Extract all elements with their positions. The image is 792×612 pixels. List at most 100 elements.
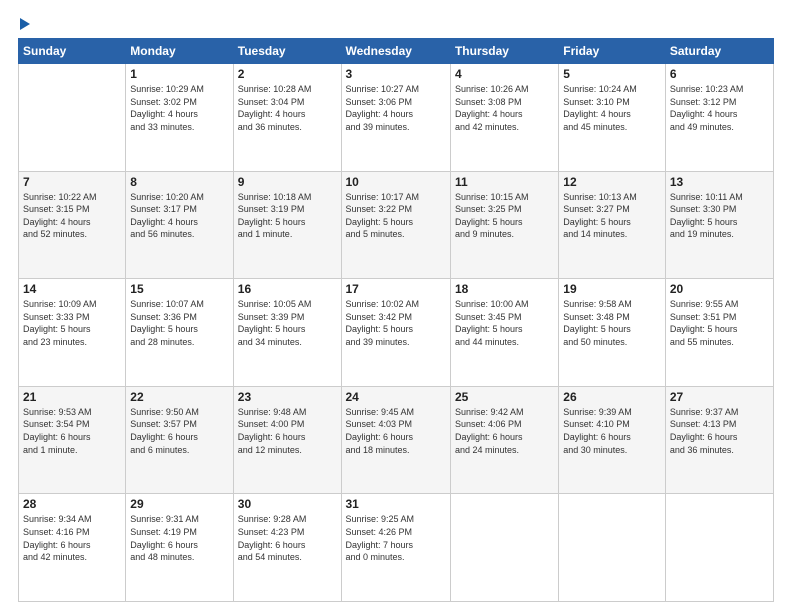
weekday-header-tuesday: Tuesday (233, 39, 341, 64)
calendar-cell: 30 Sunrise: 9:28 AMSunset: 4:23 PMDayligh… (233, 494, 341, 602)
week-row-1: 1 Sunrise: 10:29 AMSunset: 3:02 PMDayligh… (19, 64, 774, 172)
day-info: Sunrise: 10:24 AMSunset: 3:10 PMDaylight… (563, 83, 661, 133)
day-info: Sunrise: 9:45 AMSunset: 4:03 PMDaylight:… (346, 406, 446, 456)
day-info: Sunrise: 10:18 AMSunset: 3:19 PMDaylight… (238, 191, 337, 241)
page: SundayMondayTuesdayWednesdayThursdayFrid… (0, 0, 792, 612)
calendar-cell: 23 Sunrise: 9:48 AMSunset: 4:00 PMDayligh… (233, 386, 341, 494)
day-info: Sunrise: 10:29 AMSunset: 3:02 PMDaylight… (130, 83, 228, 133)
day-number: 7 (23, 175, 121, 189)
calendar-cell: 22Sunrise: 9:50 AMSunset: 3:57 PMDayligh… (126, 386, 233, 494)
calendar-cell: 12 Sunrise: 10:13 AMSunset: 3:27 PMDaylig… (559, 171, 666, 279)
calendar-cell: 17 Sunrise: 10:02 AMSunset: 3:42 PMDaylig… (341, 279, 450, 387)
day-info: Sunrise: 10:17 AMSunset: 3:22 PMDaylight… (346, 191, 446, 241)
day-number: 29 (130, 497, 228, 511)
day-number: 15 (130, 282, 228, 296)
calendar-cell: 16Sunrise: 10:05 AMSunset: 3:39 PMDaylig… (233, 279, 341, 387)
calendar-cell: 20 Sunrise: 9:55 AMSunset: 3:51 PMDayligh… (665, 279, 773, 387)
calendar-cell: 25 Sunrise: 9:42 AMSunset: 4:06 PMDayligh… (450, 386, 558, 494)
weekday-header-monday: Monday (126, 39, 233, 64)
day-info: Sunrise: 10:13 AMSunset: 3:27 PMDaylight… (563, 191, 661, 241)
day-number: 30 (238, 497, 337, 511)
day-info: Sunrise: 9:58 AMSunset: 3:48 PMDaylight:… (563, 298, 661, 348)
weekday-header-saturday: Saturday (665, 39, 773, 64)
day-info: Sunrise: 9:25 AMSunset: 4:26 PMDaylight:… (346, 513, 446, 563)
logo (18, 16, 30, 30)
day-number: 5 (563, 67, 661, 81)
calendar-cell: 31Sunrise: 9:25 AMSunset: 4:26 PMDayligh… (341, 494, 450, 602)
calendar-cell: 8Sunrise: 10:20 AMSunset: 3:17 PMDayligh… (126, 171, 233, 279)
weekday-header-friday: Friday (559, 39, 666, 64)
day-info: Sunrise: 10:26 AMSunset: 3:08 PMDaylight… (455, 83, 554, 133)
day-number: 13 (670, 175, 769, 189)
calendar-cell: 15 Sunrise: 10:07 AMSunset: 3:36 PMDaylig… (126, 279, 233, 387)
weekday-header-wednesday: Wednesday (341, 39, 450, 64)
day-info: Sunrise: 10:20 AMSunset: 3:17 PMDaylight… (130, 191, 228, 241)
calendar-cell: 4 Sunrise: 10:26 AMSunset: 3:08 PMDayligh… (450, 64, 558, 172)
day-info: Sunrise: 9:42 AMSunset: 4:06 PMDaylight:… (455, 406, 554, 456)
logo-arrow-icon (20, 18, 30, 30)
calendar-cell (665, 494, 773, 602)
calendar-cell: 18Sunrise: 10:00 AMSunset: 3:45 PMDaylig… (450, 279, 558, 387)
day-info: Sunrise: 10:28 AMSunset: 3:04 PMDaylight… (238, 83, 337, 133)
week-row-2: 7 Sunrise: 10:22 AMSunset: 3:15 PMDayligh… (19, 171, 774, 279)
day-number: 9 (238, 175, 337, 189)
day-number: 23 (238, 390, 337, 404)
day-info: Sunrise: 9:28 AMSunset: 4:23 PMDaylight:… (238, 513, 337, 563)
day-number: 19 (563, 282, 661, 296)
calendar-table: SundayMondayTuesdayWednesdayThursdayFrid… (18, 38, 774, 602)
calendar-cell (19, 64, 126, 172)
day-number: 28 (23, 497, 121, 511)
weekday-header-thursday: Thursday (450, 39, 558, 64)
day-info: Sunrise: 9:48 AMSunset: 4:00 PMDaylight:… (238, 406, 337, 456)
day-number: 10 (346, 175, 446, 189)
day-info: Sunrise: 10:23 AMSunset: 3:12 PMDaylight… (670, 83, 769, 133)
calendar-cell: 14 Sunrise: 10:09 AMSunset: 3:33 PMDaylig… (19, 279, 126, 387)
calendar-cell: 19 Sunrise: 9:58 AMSunset: 3:48 PMDayligh… (559, 279, 666, 387)
day-number: 22 (130, 390, 228, 404)
week-row-4: 21Sunrise: 9:53 AMSunset: 3:54 PMDayligh… (19, 386, 774, 494)
week-row-5: 28Sunrise: 9:34 AMSunset: 4:16 PMDayligh… (19, 494, 774, 602)
day-info: Sunrise: 9:37 AMSunset: 4:13 PMDaylight:… (670, 406, 769, 456)
calendar-cell: 9 Sunrise: 10:18 AMSunset: 3:19 PMDayligh… (233, 171, 341, 279)
weekday-header-sunday: Sunday (19, 39, 126, 64)
day-number: 17 (346, 282, 446, 296)
day-number: 3 (346, 67, 446, 81)
calendar-cell: 13Sunrise: 10:11 AMSunset: 3:30 PMDaylig… (665, 171, 773, 279)
day-info: Sunrise: 9:39 AMSunset: 4:10 PMDaylight:… (563, 406, 661, 456)
day-number: 26 (563, 390, 661, 404)
day-info: Sunrise: 9:53 AMSunset: 3:54 PMDaylight:… (23, 406, 121, 456)
calendar-cell: 5 Sunrise: 10:24 AMSunset: 3:10 PMDayligh… (559, 64, 666, 172)
day-number: 6 (670, 67, 769, 81)
day-number: 24 (346, 390, 446, 404)
calendar-cell: 24 Sunrise: 9:45 AMSunset: 4:03 PMDayligh… (341, 386, 450, 494)
calendar-cell: 2Sunrise: 10:28 AMSunset: 3:04 PMDayligh… (233, 64, 341, 172)
calendar-cell: 10 Sunrise: 10:17 AMSunset: 3:22 PMDaylig… (341, 171, 450, 279)
calendar-cell: 21Sunrise: 9:53 AMSunset: 3:54 PMDayligh… (19, 386, 126, 494)
day-info: Sunrise: 10:09 AMSunset: 3:33 PMDaylight… (23, 298, 121, 348)
calendar-cell: 26 Sunrise: 9:39 AMSunset: 4:10 PMDayligh… (559, 386, 666, 494)
day-info: Sunrise: 10:15 AMSunset: 3:25 PMDaylight… (455, 191, 554, 241)
calendar-cell (559, 494, 666, 602)
day-number: 4 (455, 67, 554, 81)
day-number: 14 (23, 282, 121, 296)
calendar-cell: 27 Sunrise: 9:37 AMSunset: 4:13 PMDayligh… (665, 386, 773, 494)
day-number: 20 (670, 282, 769, 296)
day-info: Sunrise: 10:02 AMSunset: 3:42 PMDaylight… (346, 298, 446, 348)
day-info: Sunrise: 10:22 AMSunset: 3:15 PMDaylight… (23, 191, 121, 241)
calendar-cell: 11 Sunrise: 10:15 AMSunset: 3:25 PMDaylig… (450, 171, 558, 279)
day-info: Sunrise: 10:07 AMSunset: 3:36 PMDaylight… (130, 298, 228, 348)
weekday-header-row: SundayMondayTuesdayWednesdayThursdayFrid… (19, 39, 774, 64)
day-number: 16 (238, 282, 337, 296)
day-number: 11 (455, 175, 554, 189)
day-info: Sunrise: 9:31 AMSunset: 4:19 PMDaylight:… (130, 513, 228, 563)
day-number: 1 (130, 67, 228, 81)
calendar-cell: 3 Sunrise: 10:27 AMSunset: 3:06 PMDayligh… (341, 64, 450, 172)
week-row-3: 14 Sunrise: 10:09 AMSunset: 3:33 PMDaylig… (19, 279, 774, 387)
day-number: 25 (455, 390, 554, 404)
calendar-cell (450, 494, 558, 602)
day-number: 12 (563, 175, 661, 189)
day-number: 27 (670, 390, 769, 404)
day-info: Sunrise: 10:27 AMSunset: 3:06 PMDaylight… (346, 83, 446, 133)
day-info: Sunrise: 9:55 AMSunset: 3:51 PMDaylight:… (670, 298, 769, 348)
calendar-cell: 1 Sunrise: 10:29 AMSunset: 3:02 PMDayligh… (126, 64, 233, 172)
